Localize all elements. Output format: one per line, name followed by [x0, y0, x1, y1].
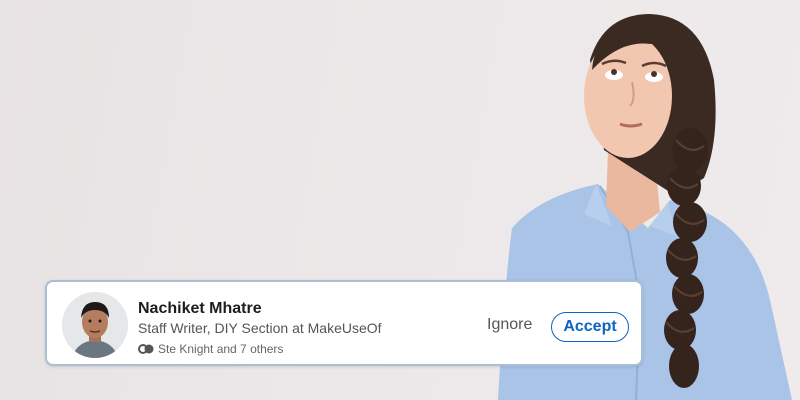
mutual-connections-icon: [138, 344, 154, 354]
member-headline: Staff Writer, DIY Section at MakeUseOf: [138, 320, 382, 336]
accept-button[interactable]: Accept: [551, 312, 629, 342]
avatar[interactable]: [62, 292, 128, 358]
ignore-button[interactable]: Ignore: [487, 316, 532, 334]
member-name[interactable]: Nachiket Mhatre: [138, 300, 262, 318]
profile-photo: [62, 292, 128, 358]
mutual-connections-text: Ste Knight and 7 others: [158, 342, 284, 356]
invitation-card: Nachiket Mhatre Staff Writer, DIY Sectio…: [45, 280, 643, 366]
mutual-connections[interactable]: Ste Knight and 7 others: [138, 342, 283, 356]
